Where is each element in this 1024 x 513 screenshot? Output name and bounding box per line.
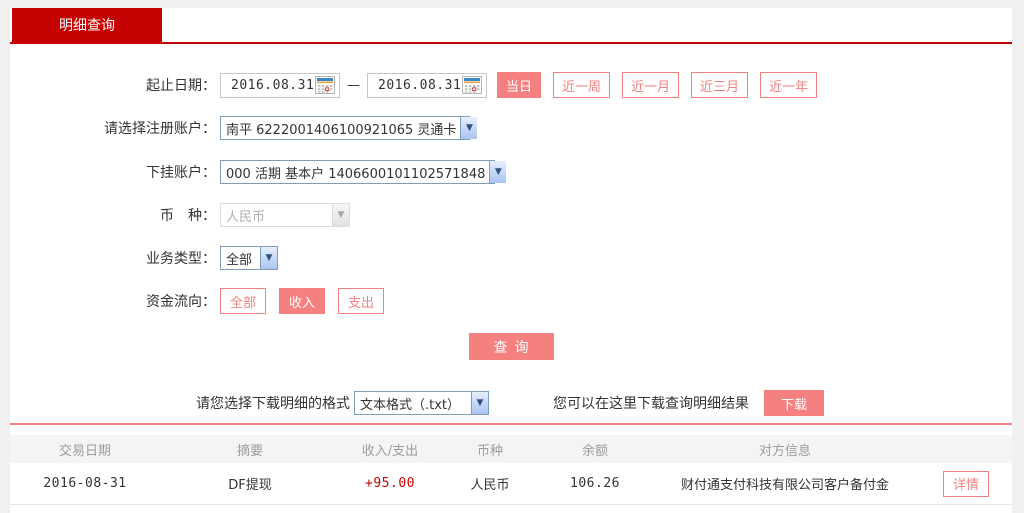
detail-button[interactable]: 详情 bbox=[943, 471, 989, 497]
start-date-value: 2016.08.31 bbox=[231, 78, 315, 93]
sub-account-value: 000 活期 基本户 1406600101102571848 bbox=[221, 163, 489, 182]
calendar-icon[interactable] bbox=[462, 76, 482, 94]
end-date-input[interactable]: 2016.08.31 bbox=[367, 73, 487, 98]
query-button-row: 查询 bbox=[10, 333, 1012, 360]
chevron-down-icon: ▼ bbox=[489, 161, 506, 183]
download-format-label: 请您选择下载明细的格式 bbox=[196, 393, 350, 413]
fund-flow-row: 资金流向： 全部 收入 支出 bbox=[10, 288, 1012, 314]
quick-range-3months-button[interactable]: 近三月 bbox=[691, 72, 748, 98]
query-form: 起止日期： 2016.08.31 — 2016.08.31 bbox=[10, 72, 1012, 360]
business-type-select[interactable]: 全部 ▼ bbox=[220, 246, 278, 270]
chevron-down-icon: ▼ bbox=[471, 392, 488, 414]
download-row: 请您选择下载明细的格式 文本格式（.txt） ▼ 您可以在这里下载查询明细结果 … bbox=[10, 390, 1012, 416]
col-header-date: 交易日期 bbox=[10, 440, 160, 459]
register-account-select[interactable]: 南平 6222001406100921065 灵通卡 ▼ bbox=[220, 116, 470, 140]
quick-range-month-button[interactable]: 近一月 bbox=[622, 72, 679, 98]
tab-detail-query[interactable]: 明细查询 bbox=[12, 8, 162, 44]
quick-range-today-button[interactable]: 当日 bbox=[497, 72, 541, 98]
fund-flow-label: 资金流向： bbox=[10, 291, 216, 311]
col-header-balance: 余额 bbox=[540, 440, 650, 459]
cell-date: 2016-08-31 bbox=[10, 476, 160, 491]
detail-query-panel: 明细查询 起止日期： 2016.08.31 bbox=[10, 8, 1012, 513]
cell-summary: DF提现 bbox=[160, 474, 340, 493]
currency-row: 币 种： 人民币 ▼ bbox=[10, 203, 1012, 227]
end-date-value: 2016.08.31 bbox=[378, 78, 462, 93]
fund-flow-expense-button[interactable]: 支出 bbox=[338, 288, 384, 314]
cell-currency: 人民币 bbox=[440, 474, 540, 493]
register-account-label: 请选择注册账户： bbox=[10, 118, 216, 138]
currency-select: 人民币 ▼ bbox=[220, 203, 350, 227]
col-header-counterparty: 对方信息 bbox=[650, 440, 920, 459]
fund-flow-all-button[interactable]: 全部 bbox=[220, 288, 266, 314]
sub-account-row: 下挂账户： 000 活期 基本户 1406600101102571848 ▼ bbox=[10, 160, 1012, 184]
query-button[interactable]: 查询 bbox=[469, 333, 554, 360]
tab-bar: 明细查询 bbox=[10, 8, 1012, 44]
chevron-down-icon: ▼ bbox=[260, 247, 277, 269]
quick-range-week-button[interactable]: 近一周 bbox=[553, 72, 610, 98]
date-range-label: 起止日期： bbox=[10, 75, 216, 95]
cell-amount: +95.00 bbox=[340, 476, 440, 491]
currency-label: 币 种： bbox=[10, 205, 216, 225]
cell-action: 详情 bbox=[920, 471, 1012, 497]
col-header-amount: 收入/支出 bbox=[340, 440, 440, 459]
results-table: 交易日期 摘要 收入/支出 币种 余额 对方信息 2016-08-31 DF提现… bbox=[10, 435, 1012, 505]
date-separator: — bbox=[347, 78, 360, 93]
chevron-down-icon: ▼ bbox=[460, 117, 477, 139]
sub-account-label: 下挂账户： bbox=[10, 162, 216, 182]
business-type-value: 全部 bbox=[221, 249, 260, 268]
register-account-row: 请选择注册账户： 南平 6222001406100921065 灵通卡 ▼ bbox=[10, 116, 1012, 140]
download-button[interactable]: 下载 bbox=[764, 390, 824, 416]
download-format-value: 文本格式（.txt） bbox=[355, 394, 471, 413]
currency-value: 人民币 bbox=[221, 206, 332, 225]
business-type-label: 业务类型： bbox=[10, 248, 216, 268]
date-range-row: 起止日期： 2016.08.31 — 2016.08.31 bbox=[10, 72, 1012, 98]
download-hint: 您可以在这里下载查询明细结果 bbox=[553, 393, 749, 413]
quick-range-year-button[interactable]: 近一年 bbox=[760, 72, 817, 98]
download-format-select[interactable]: 文本格式（.txt） ▼ bbox=[354, 391, 489, 415]
table-header-row: 交易日期 摘要 收入/支出 币种 余额 对方信息 bbox=[10, 435, 1012, 463]
table-row: 2016-08-31 DF提现 +95.00 人民币 106.26 财付通支付科… bbox=[10, 463, 1012, 505]
calendar-icon[interactable] bbox=[315, 76, 335, 94]
cell-counterparty: 财付通支付科技有限公司客户备付金 bbox=[650, 474, 920, 493]
cell-balance: 106.26 bbox=[540, 476, 650, 491]
sub-account-select[interactable]: 000 活期 基本户 1406600101102571848 ▼ bbox=[220, 160, 495, 184]
start-date-input[interactable]: 2016.08.31 bbox=[220, 73, 340, 98]
section-divider bbox=[10, 423, 1012, 425]
col-header-summary: 摘要 bbox=[160, 440, 340, 459]
business-type-row: 业务类型： 全部 ▼ bbox=[10, 246, 1012, 270]
fund-flow-income-button[interactable]: 收入 bbox=[279, 288, 325, 314]
chevron-down-icon: ▼ bbox=[332, 204, 349, 226]
register-account-value: 南平 6222001406100921065 灵通卡 bbox=[221, 119, 460, 138]
col-header-currency: 币种 bbox=[440, 440, 540, 459]
